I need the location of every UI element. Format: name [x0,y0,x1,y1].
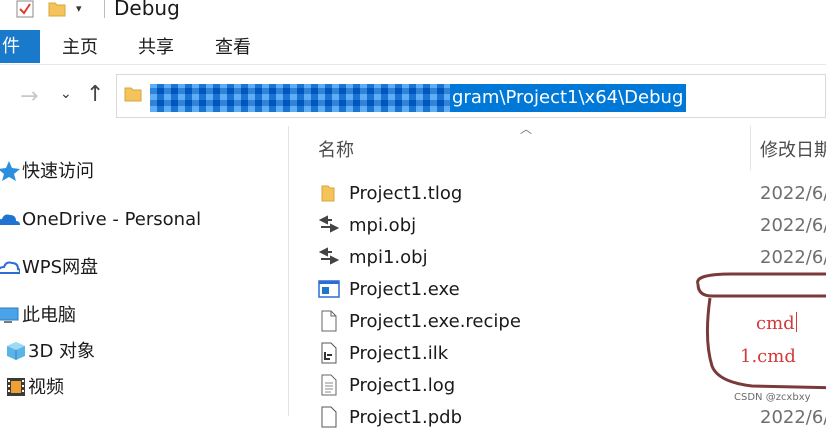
file-date: 2022/6/ [760,215,826,236]
sidebar-item-label: 此电脑 [22,305,76,326]
address-path[interactable]: gram\Project1\x64\Debug [452,84,683,112]
sidebar-item-label: 3D 对象 [28,341,96,362]
text-file-icon [321,374,337,396]
file-name: mpi1.obj [349,247,428,268]
sidebar-item-label: 快速访问 [22,161,94,182]
folder-icon [321,185,335,202]
file-name: Project1.exe [349,279,460,300]
object-file-icon [318,215,340,233]
ribbon-tabs [0,30,826,64]
ribbon-divider [0,64,826,65]
column-separator[interactable] [750,126,751,170]
title-separator [104,0,105,18]
file-name: Project1.log [349,375,456,396]
new-folder-icon[interactable] [48,0,66,18]
recent-locations-chevron-icon[interactable]: ⌄ [60,86,72,102]
star-icon [0,161,20,181]
sidebar-item-this-pc[interactable]: 此电脑 [0,302,76,330]
document-icon [321,310,337,332]
properties-check-icon[interactable] [16,0,34,18]
object-file-icon [318,247,340,265]
file-name: mpi.obj [349,215,417,236]
sidebar-item-quick-access[interactable]: 快速访问 [0,158,94,186]
sidebar-item-label: OneDrive - Personal [22,209,202,230]
cube-icon [7,342,25,360]
annotation-text-cmd: cmd [756,312,797,334]
tab-view[interactable]: 查看 [215,30,251,63]
sidebar-item-wps[interactable]: WPS网盘 [0,254,98,282]
file-name: Project1.ilk [349,343,449,364]
sidebar-item-label: WPS网盘 [22,257,99,278]
pdb-file-icon [321,406,337,428]
list-item[interactable]: Project1.tlog 2022/6/ [318,178,826,210]
cloud-icon [0,214,20,225]
cloud-outline-icon [0,261,20,274]
exe-icon [318,280,340,298]
sidebar-item-label: 视频 [28,377,64,398]
pane-divider[interactable] [288,126,289,416]
sort-ascending-icon: ︿ [520,122,533,136]
file-name: Project1.tlog [349,183,463,204]
sidebar-item-onedrive[interactable]: OneDrive - Personal [0,206,201,234]
forward-arrow-icon[interactable]: → [20,84,38,109]
tab-home[interactable]: 主页 [62,30,98,63]
address-folder-icon [124,87,142,102]
up-arrow-icon[interactable]: ↑ [86,82,104,107]
window-title: Debug [114,0,180,20]
computer-icon [0,307,19,323]
tab-share[interactable]: 共享 [138,30,174,63]
file-name: Project1.exe.recipe [349,311,521,332]
column-header-date[interactable]: 修改日期 [760,136,826,162]
customize-toolbar-dropdown-icon[interactable]: ▾ [76,2,92,18]
sidebar-item-3d-objects[interactable]: 3D 对象 [6,338,95,366]
annotation-text-1-cmd: 1.cmd [740,346,796,367]
file-date: 2022/6/ [760,183,826,204]
redacted-path-mosaic [150,84,450,112]
ilk-file-icon [321,342,337,364]
tab-file[interactable]: 件 [0,30,40,63]
sidebar-item-videos[interactable]: 视频 [6,374,64,402]
column-header-name[interactable]: 名称 [318,136,354,162]
file-name: Project1.pdb [349,407,463,428]
list-item[interactable]: mpi.obj 2022/6/ [318,210,826,242]
watermark: CSDN @zcxbxy [734,392,811,403]
film-icon [7,378,25,396]
